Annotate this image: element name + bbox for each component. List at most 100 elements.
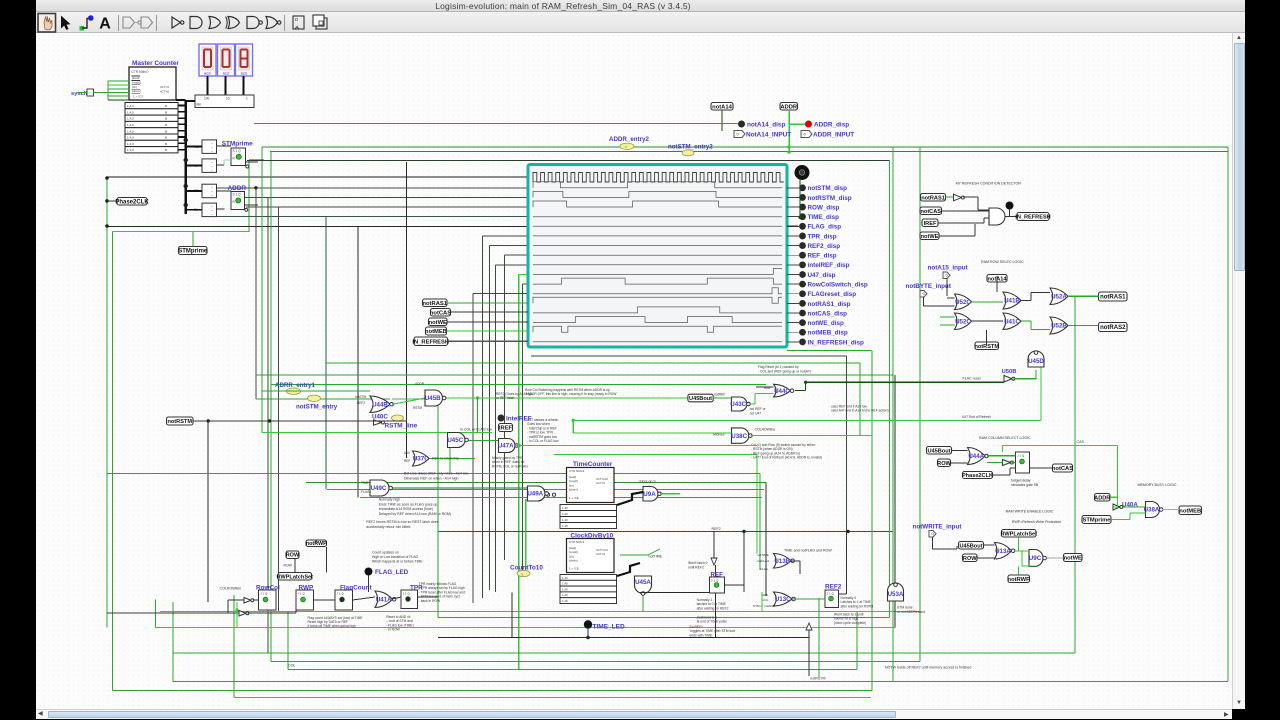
svg-text:RSTM: RSTM: [413, 406, 422, 410]
svg-text:U40C: U40C: [372, 414, 388, 421]
svg-text:U41B: U41B: [1004, 298, 1020, 305]
svg-text:U37C: U37C: [413, 456, 429, 463]
svg-text:High to Low transition of FLAG: High to Low transition of FLAG: [372, 555, 419, 559]
svg-text:notRSTM: notRSTM: [167, 419, 192, 425]
svg-text:notRAS1_disp: notRAS1_disp: [808, 301, 851, 308]
svg-text:ADDR_disp: ADDR_disp: [814, 122, 849, 129]
svg-text:(mem cycle complete): (mem cycle complete): [834, 621, 866, 625]
svg-text:U49A: U49A: [527, 491, 543, 498]
svg-text:CAS: CAS: [1077, 440, 1085, 444]
svg-text:U52C: U52C: [955, 318, 971, 325]
svg-text:1: 1: [246, 97, 248, 101]
svg-text:notCAS_disp: notCAS_disp: [808, 310, 848, 317]
svg-text:[down]: [down]: [569, 488, 578, 492]
svg-text:IREF: IREF: [499, 426, 513, 432]
svg-text:CTR 500x3: CTR 500x3: [569, 469, 585, 473]
svg-text:TIME: TIME: [361, 481, 369, 485]
svg-text:[map0]: [map0]: [132, 80, 141, 84]
svg-text:TIME and notFLAG and ROW: TIME and notFLAG and ROW: [784, 549, 832, 553]
svg-text:U41A: U41A: [376, 596, 392, 603]
svg-text:TPR_disp: TPR_disp: [808, 233, 837, 240]
svg-text:U47A: U47A: [498, 443, 514, 450]
svg-text:S 1 Q: S 1 Q: [233, 149, 242, 153]
svg-text:notTIME: notTIME: [757, 553, 769, 557]
svg-text:ROW: ROW: [937, 461, 951, 467]
svg-text:IREF: IREF: [924, 221, 937, 227]
svg-text:- COL and (REF going up or not: - COL and (REF going up or not(A7): [758, 369, 811, 373]
svg-text:B: B: [165, 117, 167, 121]
svg-text:simulates gate 9B: simulates gate 9B: [1011, 483, 1039, 487]
svg-text:U45D: U45D: [1028, 358, 1044, 365]
svg-text:U9C: U9C: [1029, 555, 1042, 562]
svg-text:B: B: [165, 129, 167, 133]
svg-text:1,+ /CE: 1,+ /CE: [569, 567, 579, 571]
svg-text:100: 100: [204, 97, 210, 101]
svg-text:k: k: [522, 573, 524, 577]
svg-text:1,4,0: 1,4,0: [127, 104, 134, 108]
svg-text:or REF latch: or REF latch: [496, 396, 514, 400]
svg-text:B: B: [165, 148, 167, 152]
svg-text:IN_REFRESH: IN_REFRESH: [1015, 215, 1050, 221]
svg-text:1,40: 1,40: [562, 518, 568, 522]
svg-text:J 1 Q: J 1 Q: [403, 592, 411, 596]
svg-text:CTR 500x3: CTR 500x3: [569, 540, 585, 544]
svg-text:A14: A14: [404, 451, 410, 455]
svg-text:notBYTE_input: notBYTE_input: [906, 283, 952, 290]
svg-text:U52C: U52C: [955, 299, 971, 306]
svg-text:B: B: [165, 142, 167, 146]
svg-text:Otherwise REF on when ~A14 hig: Otherwise REF on when ~A14 high: [404, 476, 459, 480]
svg-text:>: >: [211, 149, 213, 153]
svg-text:ACT=0: ACT=0: [596, 481, 605, 485]
svg-text:RSTM_line: RSTM_line: [385, 423, 418, 430]
svg-text:RAM COLUMN SELECT LOGIC: RAM COLUMN SELECT LOGIC: [979, 436, 1031, 440]
svg-text:BCD: BCD: [241, 72, 248, 76]
svg-text:REF2: REF2: [825, 584, 842, 591]
svg-text:U45A: U45A: [635, 579, 651, 586]
svg-text:U53A: U53A: [888, 591, 904, 598]
svg-text:Bin: Bin: [197, 103, 202, 107]
svg-text:notRAS1: notRAS1: [423, 301, 448, 307]
svg-text:NotA14_INPUT: NotA14_INPUT: [746, 132, 791, 139]
svg-text:1,4,0: 1,4,0: [127, 148, 134, 152]
svg-text:k: k: [625, 145, 627, 149]
svg-text:notFLAG: notFLAG: [757, 559, 770, 563]
svg-text:10: 10: [226, 97, 230, 101]
svg-text:notRAS1: notRAS1: [921, 195, 945, 201]
svg-text:- back in ROW: - back in ROW: [419, 599, 441, 603]
svg-text:Normally high: Normally high: [379, 498, 400, 502]
svg-text:REF2 forces RSTM to low so RES: REF2 forces RSTM to low so REST latch do…: [366, 520, 439, 524]
svg-text:>: >: [211, 213, 213, 217]
svg-text:1,4,0: 1,4,0: [127, 129, 134, 133]
svg-text:RAM WRITE ENABLE LOGIC: RAM WRITE ENABLE LOGIC: [1006, 509, 1054, 513]
svg-text:after waiting for REF2: after waiting for REF2: [697, 606, 729, 610]
svg-text:notWE: notWE: [1064, 556, 1082, 562]
svg-text:notRSTM_disp: notRSTM_disp: [808, 195, 852, 202]
svg-text:notWE: notWE: [429, 320, 447, 326]
svg-text:ACT=0: ACT=0: [596, 552, 605, 556]
svg-text:REF_disp: REF_disp: [808, 253, 837, 260]
svg-text:1,40: 1,40: [562, 576, 568, 580]
svg-text:U9A: U9A: [643, 491, 656, 498]
svg-text:1,40: 1,40: [562, 593, 568, 597]
svg-text:MEMORY BUSY LOGIC: MEMORY BUSY LOGIC: [1138, 483, 1177, 487]
svg-text:1,40: 1,40: [562, 587, 568, 591]
svg-text:U47_disp: U47_disp: [808, 272, 836, 279]
svg-text:accidentally retour mix kitted: accidentally retour mix kitted: [366, 525, 410, 529]
svg-text:REF2_disp: REF2_disp: [808, 243, 841, 250]
svg-text:notWE: notWE: [921, 234, 939, 240]
svg-text:U38A: U38A: [1144, 507, 1160, 514]
svg-text:BCD: BCD: [204, 72, 211, 76]
svg-text:U45Bout: U45Bout: [689, 396, 712, 402]
svg-text:1,40: 1,40: [562, 506, 568, 510]
svg-text:STM or notADD: STM or notADD: [753, 604, 776, 608]
svg-text:3CT=0: 3CT=0: [160, 85, 169, 89]
svg-text:2 1 Q: 2 1 Q: [827, 592, 835, 596]
svg-text:ROW: ROW: [963, 556, 977, 562]
svg-text:B: B: [165, 104, 167, 108]
svg-text:B: B: [165, 123, 167, 127]
svg-text:ROW: ROW: [284, 564, 293, 568]
svg-text:Phase2CLK: Phase2CLK: [115, 199, 149, 205]
svg-text:Ends TIME as soon as FLAG goes: Ends TIME as soon as FLAG goes up: [379, 502, 438, 506]
svg-text:1,4,0: 1,4,0: [127, 110, 134, 114]
svg-text:FLAG: FLAG: [760, 567, 769, 571]
